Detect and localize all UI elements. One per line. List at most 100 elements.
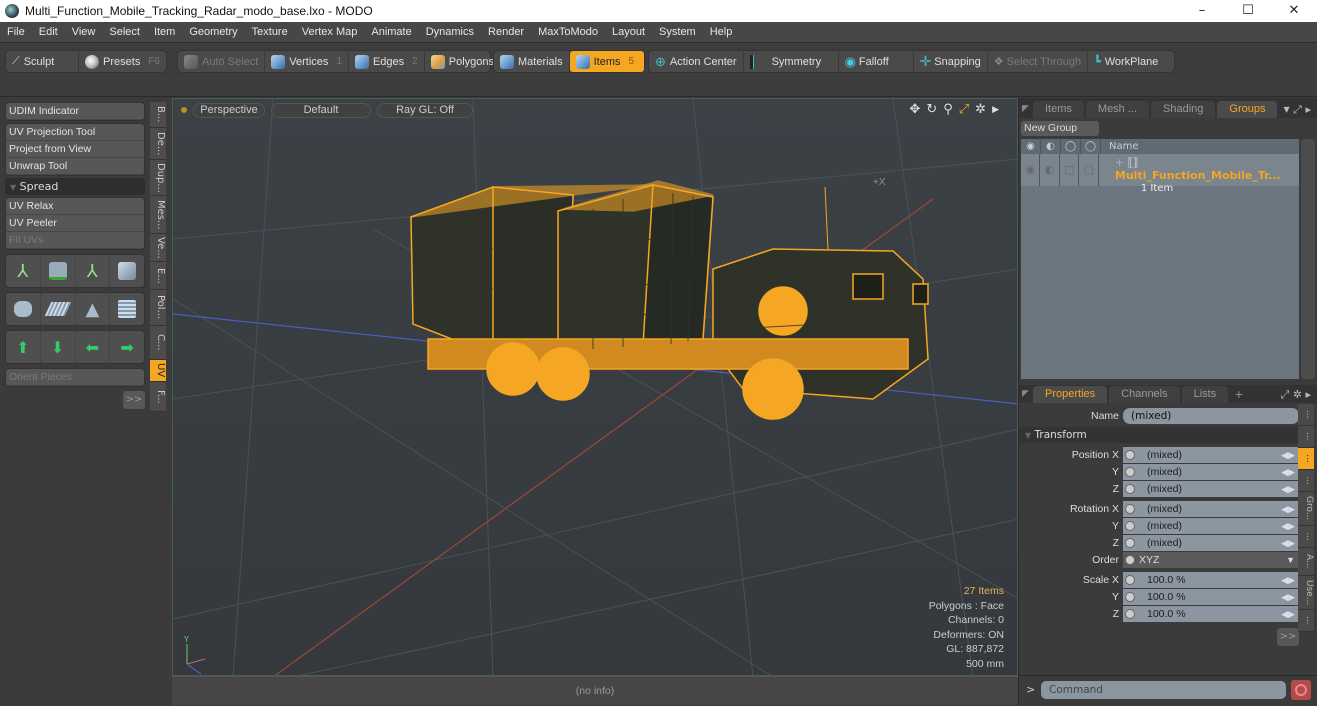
row-visibility-eye-icon[interactable]: ◉ — [1021, 154, 1041, 186]
vtab-b[interactable]: B... — [150, 102, 166, 128]
render-column-icon[interactable]: ◐ — [1041, 139, 1061, 154]
tab-shading[interactable]: Shading — [1151, 101, 1216, 118]
scale-x-field[interactable]: 100.0 % ◀▶ — [1123, 571, 1299, 588]
visibility-column-eye-icon[interactable]: ◉ — [1021, 139, 1041, 154]
props-expand-gear-icon[interactable]: ⤢ ✲ ▸ — [1280, 386, 1311, 403]
minimize-button[interactable]: – — [1179, 0, 1225, 22]
items-button[interactable]: Items 5 — [569, 51, 644, 72]
menu-item[interactable]: Item — [147, 26, 182, 38]
falloff-button[interactable]: ◉ Falloff — [839, 51, 914, 72]
vtab-1[interactable]: ... — [1298, 404, 1314, 426]
vertices-button[interactable]: Vertices 1 — [265, 51, 349, 72]
align-top-button[interactable]: ⬆ — [6, 331, 41, 363]
vtab-dup[interactable]: Dup... — [150, 160, 166, 196]
uv-relax-button[interactable]: UV Relax — [6, 198, 144, 215]
action-center-button[interactable]: ⊕ Action Center — [649, 51, 744, 72]
menu-file[interactable]: File — [0, 26, 32, 38]
select-through-button[interactable]: ❖ Select Through — [988, 51, 1089, 72]
viewport-indicator-dot[interactable] — [181, 107, 187, 113]
drag-arrows-icon[interactable]: ◀▶ — [1281, 518, 1295, 534]
groups-list-scrollbar[interactable] — [1301, 139, 1315, 379]
polygons-button[interactable]: Polygons — [425, 51, 500, 72]
vtab-9[interactable]: ... — [1298, 610, 1314, 632]
unwrap-tool-button[interactable]: Unwrap Tool — [6, 158, 144, 175]
menu-select[interactable]: Select — [102, 26, 147, 38]
vtab-3-active[interactable]: ... — [1298, 448, 1314, 470]
fit-uvs-button[interactable]: Fit UVs — [6, 232, 144, 249]
edges-button[interactable]: Edges 2 — [349, 51, 425, 72]
expand-panel-icon[interactable]: ⤢ ▸ — [1293, 101, 1311, 118]
menu-render[interactable]: Render — [481, 26, 531, 38]
uv-planar-button[interactable] — [41, 293, 76, 325]
tab-properties[interactable]: Properties — [1033, 386, 1108, 403]
menu-animate[interactable]: Animate — [364, 26, 418, 38]
uv-move-tool-button[interactable]: ⅄ — [6, 255, 41, 287]
close-button[interactable]: ✕ — [1271, 0, 1317, 22]
zoom-icon[interactable]: ⚲ — [943, 102, 953, 118]
rotation-x-keyframe-toggle[interactable] — [1125, 503, 1135, 514]
auto-select-button[interactable]: Auto Select — [178, 51, 266, 72]
truck-wireframe-model[interactable] — [410, 180, 929, 420]
align-left-button[interactable]: ⬅ — [76, 331, 111, 363]
props-panel-menu-icon[interactable]: ◤ — [1019, 386, 1033, 403]
scale-z-keyframe-toggle[interactable] — [1125, 608, 1135, 619]
scale-x-keyframe-toggle[interactable] — [1125, 574, 1135, 585]
vtab-ve[interactable]: Ve... — [150, 234, 166, 262]
orient-pieces-button[interactable]: Orient Pieces — [6, 369, 144, 386]
align-bottom-button[interactable]: ⬇ — [41, 331, 76, 363]
presets-button[interactable]: Presets F6 — [79, 51, 166, 72]
vtab-pol[interactable]: Pol... — [150, 290, 166, 326]
position-y-keyframe-toggle[interactable] — [1125, 466, 1135, 477]
rotation-x-field[interactable]: (mixed) ◀▶ — [1123, 500, 1299, 517]
drag-arrows-icon[interactable]: ◀▶ — [1281, 464, 1295, 480]
tab-groups[interactable]: Groups — [1217, 101, 1278, 118]
drag-arrows-icon[interactable]: ◀▶ — [1281, 589, 1295, 605]
tab-channels[interactable]: Channels — [1109, 386, 1180, 403]
vtab-a[interactable]: A... — [1298, 548, 1314, 576]
scale-z-field[interactable]: 100.0 % ◀▶ — [1123, 605, 1299, 622]
orbit-icon[interactable]: ↻ — [926, 102, 937, 118]
uv-rotate-tool-button[interactable] — [41, 255, 76, 287]
scale-y-keyframe-toggle[interactable] — [1125, 591, 1135, 602]
tab-items[interactable]: Items — [1033, 101, 1084, 118]
vtab-4[interactable]: ... — [1298, 470, 1314, 492]
order-keyframe-toggle[interactable] — [1125, 554, 1135, 565]
rotation-y-field[interactable]: (mixed) ◀▶ — [1123, 517, 1299, 534]
menu-layout[interactable]: Layout — [605, 26, 652, 38]
scale-y-field[interactable]: 100.0 % ◀▶ — [1123, 588, 1299, 605]
menu-dynamics[interactable]: Dynamics — [419, 26, 481, 38]
spread-section[interactable]: ▼ Spread — [5, 178, 145, 195]
vtab-2[interactable]: ... — [1298, 426, 1314, 448]
new-group-button[interactable]: New Group — [1021, 121, 1099, 136]
symmetry-button[interactable]: Symmetry — [744, 51, 839, 72]
maximize-button[interactable]: ☐ — [1225, 0, 1271, 22]
view-type-dropdown[interactable]: Perspective — [193, 102, 265, 118]
vtab-6[interactable]: ... — [1298, 526, 1314, 548]
lock-column-icon[interactable]: ◯ — [1061, 139, 1081, 154]
vtab-use[interactable]: Use... — [1298, 576, 1314, 610]
menu-maxtomodo[interactable]: MaxToModo — [531, 26, 605, 38]
uv-flip-tool-button[interactable] — [110, 255, 144, 287]
menu-edit[interactable]: Edit — [32, 26, 65, 38]
uv-box-button[interactable] — [110, 293, 144, 325]
drag-arrows-icon[interactable]: ◀▶ — [1281, 501, 1295, 517]
name-field[interactable]: (mixed) — [1123, 407, 1299, 424]
align-right-button[interactable]: ➡ — [110, 331, 144, 363]
menu-help[interactable]: Help — [703, 26, 740, 38]
more-properties-button[interactable]: >> — [1277, 628, 1299, 646]
group-row[interactable]: ◉ ◐ ▢ ▢ + ⟦⟧Multi_Function_Mobile_Tr... … — [1021, 154, 1299, 194]
rotation-y-keyframe-toggle[interactable] — [1125, 520, 1135, 531]
row-render-icon[interactable]: ◐ — [1040, 154, 1060, 186]
menu-system[interactable]: System — [652, 26, 703, 38]
add-tab-plus-icon[interactable]: + — [1234, 386, 1243, 403]
row-lock-toggle[interactable]: ▢ — [1060, 154, 1080, 186]
project-from-view-button[interactable]: Project from View — [6, 141, 144, 158]
position-x-keyframe-toggle[interactable] — [1125, 449, 1135, 460]
vtab-groups[interactable]: Gro... — [1298, 492, 1314, 526]
more-tools-button[interactable]: >> — [123, 391, 145, 409]
uv-sphere-projection-button[interactable] — [6, 293, 41, 325]
position-z-field[interactable]: (mixed) ◀▶ — [1123, 480, 1299, 497]
snapping-button[interactable]: ✛ Snapping — [914, 51, 988, 72]
pan-icon[interactable]: ✥ — [909, 102, 920, 118]
drag-arrows-icon[interactable]: ◀▶ — [1281, 606, 1295, 622]
